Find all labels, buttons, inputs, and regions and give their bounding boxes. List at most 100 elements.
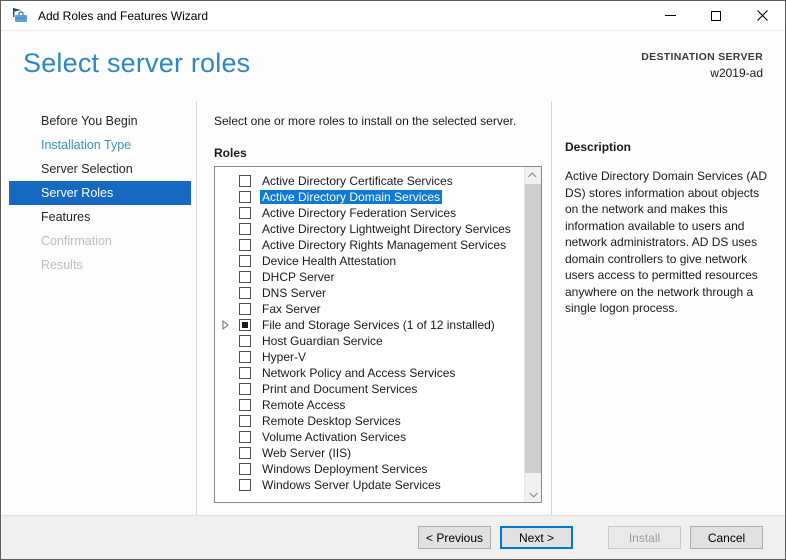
chevron-down-icon xyxy=(529,488,538,498)
destination-server-block: DESTINATION SERVER w2019-ad xyxy=(641,31,763,101)
role-label[interactable]: Active Directory Federation Services xyxy=(260,206,458,220)
role-label[interactable]: Active Directory Rights Management Servi… xyxy=(260,238,508,252)
destination-server-name: w2019-ad xyxy=(710,65,763,80)
role-checkbox[interactable] xyxy=(239,319,251,331)
role-row[interactable]: Fax Server xyxy=(215,301,524,317)
role-row[interactable]: Volume Activation Services xyxy=(215,429,524,445)
role-label[interactable]: Volume Activation Services xyxy=(260,430,408,444)
wizard-body: Before You Begin Installation Type Server … xyxy=(1,101,785,515)
role-row[interactable]: Device Health Attestation xyxy=(215,253,524,269)
roles-listbox: Active Directory Certificate Services Act… xyxy=(214,166,542,503)
main-pane: Select one or more roles to install on t… xyxy=(197,101,551,515)
role-row[interactable]: Windows Deployment Services xyxy=(215,461,524,477)
sidebar-item-server-roles[interactable]: Server Roles xyxy=(9,181,191,205)
cancel-button[interactable]: Cancel xyxy=(690,526,763,549)
role-label[interactable]: Active Directory Domain Services xyxy=(260,190,443,204)
triangle-right-icon[interactable] xyxy=(222,320,229,330)
next-button[interactable]: Next > xyxy=(500,526,573,549)
role-label[interactable]: DNS Server xyxy=(260,286,328,300)
role-checkbox[interactable] xyxy=(239,191,251,203)
role-row[interactable]: Remote Desktop Services xyxy=(215,413,524,429)
description-panel: Description Active Directory Domain Serv… xyxy=(551,101,785,515)
sidebar-item-before-you-begin[interactable]: Before You Begin xyxy=(1,109,196,133)
instruction-text: Select one or more roles to install on t… xyxy=(214,114,517,128)
role-label[interactable]: Hyper-V xyxy=(260,350,308,364)
role-label[interactable]: Device Health Attestation xyxy=(260,254,398,268)
role-row[interactable]: Active Directory Federation Services xyxy=(215,205,524,221)
role-label[interactable]: Print and Document Services xyxy=(260,382,419,396)
role-checkbox[interactable] xyxy=(239,479,251,491)
role-checkbox[interactable] xyxy=(239,431,251,443)
role-row[interactable]: Remote Access xyxy=(215,397,524,413)
minimize-icon xyxy=(664,15,676,16)
role-checkbox[interactable] xyxy=(239,447,251,459)
role-label[interactable]: Windows Server Update Services xyxy=(260,478,443,492)
role-checkbox[interactable] xyxy=(239,383,251,395)
scroll-down-button[interactable] xyxy=(525,485,541,502)
close-icon xyxy=(756,10,768,21)
role-checkbox[interactable] xyxy=(239,175,251,187)
description-title: Description xyxy=(565,140,632,154)
destination-server-label: DESTINATION SERVER xyxy=(641,51,763,63)
role-checkbox[interactable] xyxy=(239,303,251,315)
role-checkbox[interactable] xyxy=(239,415,251,427)
sidebar-item-features[interactable]: Features xyxy=(1,205,196,229)
role-checkbox[interactable] xyxy=(239,255,251,267)
role-label[interactable]: Active Directory Certificate Services xyxy=(260,174,455,188)
sidebar-item-installation-type[interactable]: Installation Type xyxy=(1,133,196,157)
maximize-button[interactable] xyxy=(693,1,739,30)
page-title: Select server roles xyxy=(23,48,251,78)
role-row[interactable]: Active Directory Domain Services xyxy=(215,189,524,205)
role-row[interactable]: Print and Document Services xyxy=(215,381,524,397)
role-row[interactable]: Active Directory Lightweight Directory S… xyxy=(215,221,524,237)
chevron-up-icon xyxy=(528,171,537,181)
role-row[interactable]: Hyper-V xyxy=(215,349,524,365)
wizard-header: Select server roles DESTINATION SERVER w… xyxy=(1,31,785,101)
role-row[interactable]: DNS Server xyxy=(215,285,524,301)
role-checkbox[interactable] xyxy=(239,463,251,475)
role-label[interactable]: Fax Server xyxy=(260,302,323,316)
role-checkbox[interactable] xyxy=(239,399,251,411)
role-label[interactable]: Web Server (IIS) xyxy=(260,446,353,460)
role-label[interactable]: Active Directory Lightweight Directory S… xyxy=(260,222,513,236)
role-label[interactable]: Remote Desktop Services xyxy=(260,414,403,428)
sidebar-item-results: Results xyxy=(41,258,83,272)
roles-list-label: Roles xyxy=(214,146,247,160)
role-checkbox[interactable] xyxy=(239,223,251,235)
role-row[interactable]: DHCP Server xyxy=(215,269,524,285)
role-label[interactable]: File and Storage Services (1 of 12 insta… xyxy=(260,318,497,332)
role-checkbox[interactable] xyxy=(239,351,251,363)
vertical-scrollbar[interactable] xyxy=(524,167,541,502)
previous-button[interactable]: < Previous xyxy=(418,526,491,549)
window-title: Add Roles and Features Wizard xyxy=(38,8,209,23)
role-label[interactable]: DHCP Server xyxy=(260,270,336,284)
wizard-steps-sidebar: Before You Begin Installation Type Server … xyxy=(1,101,197,515)
role-row[interactable]: Web Server (IIS) xyxy=(215,445,524,461)
role-label[interactable]: Host Guardian Service xyxy=(260,334,385,348)
sidebar-item-server-selection[interactable]: Server Selection xyxy=(1,157,196,181)
role-checkbox[interactable] xyxy=(239,335,251,347)
role-checkbox[interactable] xyxy=(239,367,251,379)
role-label[interactable]: Remote Access xyxy=(260,398,347,412)
wizard-flag-toolbox-icon xyxy=(12,7,30,24)
sidebar-item-confirmation: Confirmation xyxy=(41,234,112,248)
role-row[interactable]: Host Guardian Service xyxy=(215,333,524,349)
role-row[interactable]: Active Directory Certificate Services xyxy=(215,173,524,189)
maximize-icon xyxy=(711,10,721,21)
title-bar: Add Roles and Features Wizard xyxy=(1,1,785,31)
role-checkbox[interactable] xyxy=(239,271,251,283)
scrollbar-thumb[interactable] xyxy=(525,184,541,473)
role-checkbox[interactable] xyxy=(239,207,251,219)
role-row[interactable]: Active Directory Rights Management Servi… xyxy=(215,237,524,253)
role-row[interactable]: Network Policy and Access Services xyxy=(215,365,524,381)
role-label[interactable]: Windows Deployment Services xyxy=(260,462,429,476)
close-button[interactable] xyxy=(739,1,785,30)
minimize-button[interactable] xyxy=(647,1,693,30)
scroll-up-button[interactable] xyxy=(525,167,541,184)
role-label[interactable]: Network Policy and Access Services xyxy=(260,366,457,380)
install-button[interactable]: Install xyxy=(608,526,681,549)
role-checkbox[interactable] xyxy=(239,287,251,299)
role-checkbox[interactable] xyxy=(239,239,251,251)
role-row[interactable]: File and Storage Services (1 of 12 insta… xyxy=(215,317,524,333)
role-row[interactable]: Windows Server Update Services xyxy=(215,477,524,493)
